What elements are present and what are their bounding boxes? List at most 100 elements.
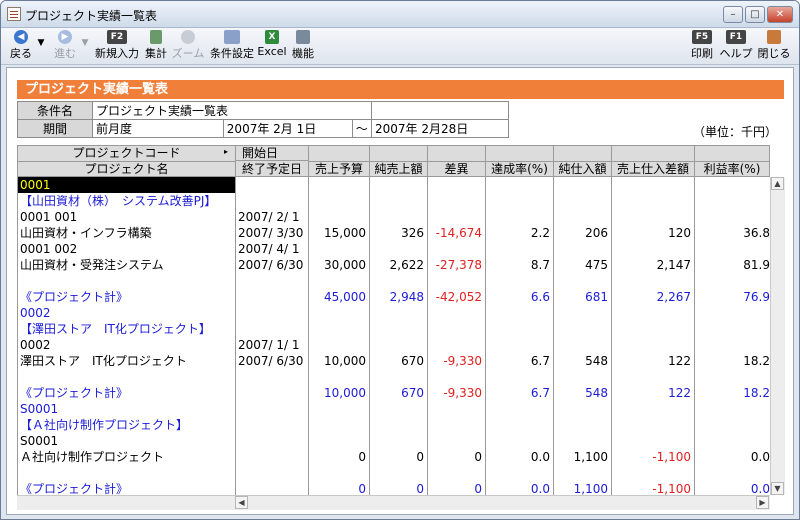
rate-cell: 2.2 bbox=[530, 226, 550, 240]
calculator-icon bbox=[150, 30, 162, 44]
purchase-cell: 206 bbox=[585, 226, 608, 240]
door-icon bbox=[767, 30, 781, 44]
group-name[interactable]: 【山田資材（株） システム改善PJ】 bbox=[20, 193, 216, 209]
col-margin: 売上仕入差額 bbox=[616, 162, 689, 176]
rate-total: 0.0 bbox=[530, 482, 550, 495]
budget-cell: 0 bbox=[358, 450, 366, 464]
col-start: 開始日 bbox=[236, 146, 308, 161]
print-button[interactable]: F5 印刷 bbox=[689, 30, 715, 62]
margin-cell: 122 bbox=[668, 354, 691, 368]
profit-cell: 36.8 bbox=[743, 226, 770, 240]
diff-cell: -9,330 bbox=[443, 354, 482, 368]
functions-button[interactable]: 機能 bbox=[289, 30, 317, 62]
project-name[interactable]: 山田資材・受発注システム bbox=[20, 257, 164, 273]
maximize-button[interactable]: □ bbox=[745, 6, 765, 23]
project-name[interactable]: 山田資材・インフラ構築 bbox=[20, 225, 152, 241]
app-icon bbox=[7, 7, 21, 21]
diff-cell: -14,674 bbox=[435, 226, 482, 240]
expand-arrow-icon[interactable]: ▸ bbox=[224, 147, 228, 156]
start-date: 2007/ 4/ 1 bbox=[238, 242, 300, 256]
group-code-selected[interactable]: 0001 bbox=[18, 177, 235, 193]
help-button[interactable]: F1 ヘルプ bbox=[719, 30, 753, 62]
sales-cell: 326 bbox=[401, 226, 424, 240]
sales-cell: 0 bbox=[416, 450, 424, 464]
report-area: プロジェクト実績一覧表 条件名 プロジェクト実績一覧表 期間 前月度 2007年… bbox=[6, 67, 794, 515]
window-title: プロジェクト実績一覧表 bbox=[25, 9, 158, 23]
group-code[interactable]: S0001 bbox=[20, 401, 58, 417]
group-name[interactable]: 【Ａ社向け制作プロジェクト】 bbox=[20, 417, 188, 433]
date-tilde: ～ bbox=[351, 119, 373, 138]
profit-cell: 18.2 bbox=[743, 354, 770, 368]
profit-cell: 0.0 bbox=[750, 450, 770, 464]
end-date: 2007/ 6/30 bbox=[238, 354, 304, 368]
period-value: 前月度 bbox=[92, 119, 224, 138]
group-name[interactable]: 【澤田ストア IT化プロジェクト】 bbox=[20, 321, 211, 337]
f2-key-icon: F2 bbox=[107, 30, 127, 44]
purchase-cell: 548 bbox=[585, 354, 608, 368]
zoom-button[interactable]: ズーム bbox=[171, 30, 205, 62]
sales-cell: 670 bbox=[401, 354, 424, 368]
rate-cell: 6.7 bbox=[530, 354, 550, 368]
vertical-scrollbar[interactable]: ▲ ▼ bbox=[770, 177, 785, 495]
project-code[interactable]: 0002 bbox=[20, 337, 51, 353]
conditions-table: 条件名 プロジェクト実績一覧表 期間 前月度 2007年 2月 1日 ～ 200… bbox=[17, 101, 509, 138]
app-window: プロジェクト実績一覧表 – □ ✕ ◀ 戻る ▼ ▶ 進む ▼ F2 新規入力 … bbox=[0, 0, 800, 520]
report-heading: プロジェクト実績一覧表 bbox=[17, 80, 784, 99]
project-code[interactable]: S0001 bbox=[20, 433, 58, 449]
forward-arrow-icon: ▶ bbox=[58, 30, 72, 44]
start-date: 2007/ 2/ 1 bbox=[238, 210, 300, 224]
budget-total: 45,000 bbox=[324, 290, 366, 304]
col-end: 終了予定日 bbox=[241, 162, 302, 176]
rate-total: 6.7 bbox=[530, 386, 550, 400]
budget-total: 10,000 bbox=[324, 386, 366, 400]
scroll-right-icon[interactable]: ▶ bbox=[756, 496, 769, 509]
group-code[interactable]: 0002 bbox=[20, 305, 51, 321]
project-code[interactable]: 0001 002 bbox=[20, 241, 77, 257]
scroll-down-icon[interactable]: ▼ bbox=[771, 482, 784, 495]
forward-button[interactable]: ▶ 進む bbox=[51, 30, 79, 62]
forward-dropdown-icon[interactable]: ▼ bbox=[79, 38, 91, 70]
scroll-up-icon[interactable]: ▲ bbox=[771, 177, 784, 190]
settings-icon bbox=[224, 30, 240, 44]
date-to: 2007年 2月28日 bbox=[371, 119, 509, 138]
rate-cell: 8.7 bbox=[530, 258, 550, 272]
project-code[interactable]: 0001 001 bbox=[20, 209, 77, 225]
period-label: 期間 bbox=[17, 119, 93, 138]
cond-label: 条件名 bbox=[17, 101, 93, 120]
profit-total: 18.2 bbox=[743, 386, 770, 400]
project-name[interactable]: 澤田ストア IT化プロジェクト bbox=[20, 353, 187, 369]
report-grid: プロジェクトコード ▸ プロジェクト名 開始日 終了予定日 売上予算 純売上額 … bbox=[17, 145, 785, 510]
scroll-left-icon[interactable]: ◀ bbox=[235, 496, 248, 509]
back-arrow-icon: ◀ bbox=[14, 30, 28, 44]
total-button[interactable]: 集計 bbox=[143, 30, 169, 62]
purchase-total: 1,100 bbox=[573, 482, 608, 495]
title-bar: プロジェクト実績一覧表 – □ ✕ bbox=[1, 1, 799, 28]
budget-cell: 10,000 bbox=[324, 354, 366, 368]
back-button[interactable]: ◀ 戻る bbox=[7, 30, 35, 62]
profit-total: 76.9 bbox=[743, 290, 770, 304]
conditions-button[interactable]: 条件設定 bbox=[209, 30, 255, 62]
close-window-button[interactable]: ✕ bbox=[767, 6, 793, 23]
start-date: 2007/ 1/ 1 bbox=[238, 338, 300, 352]
minimize-button[interactable]: – bbox=[723, 6, 743, 23]
close-button[interactable]: 閉じる bbox=[757, 30, 791, 62]
col-name: プロジェクト名 bbox=[84, 162, 169, 176]
new-entry-button[interactable]: F2 新規入力 bbox=[95, 30, 139, 62]
toolbar: ◀ 戻る ▼ ▶ 進む ▼ F2 新規入力 集計 ズーム 条件設定 X Exce… bbox=[1, 28, 799, 65]
profit-cell: 81.9 bbox=[743, 258, 770, 272]
back-dropdown-icon[interactable]: ▼ bbox=[35, 38, 47, 70]
grid-body: 0001 【山田資材（株） システム改善PJ】 0001 001 2007/ 2… bbox=[17, 177, 771, 495]
horizontal-scrollbar[interactable]: ◀ ▶ bbox=[17, 495, 770, 510]
purchase-total: 681 bbox=[585, 290, 608, 304]
purchase-cell: 1,100 bbox=[573, 450, 608, 464]
rate-cell: 0.0 bbox=[530, 450, 550, 464]
purchase-total: 548 bbox=[585, 386, 608, 400]
margin-cell: 120 bbox=[668, 226, 691, 240]
zoom-icon bbox=[181, 30, 195, 44]
col-purchase: 純仕入額 bbox=[558, 162, 607, 176]
project-name[interactable]: Ａ社向け制作プロジェクト bbox=[20, 449, 164, 465]
excel-icon: X bbox=[265, 30, 279, 44]
excel-button[interactable]: X Excel bbox=[257, 30, 287, 62]
diff-total: -9,330 bbox=[443, 386, 482, 400]
f1-key-icon: F1 bbox=[726, 30, 746, 44]
